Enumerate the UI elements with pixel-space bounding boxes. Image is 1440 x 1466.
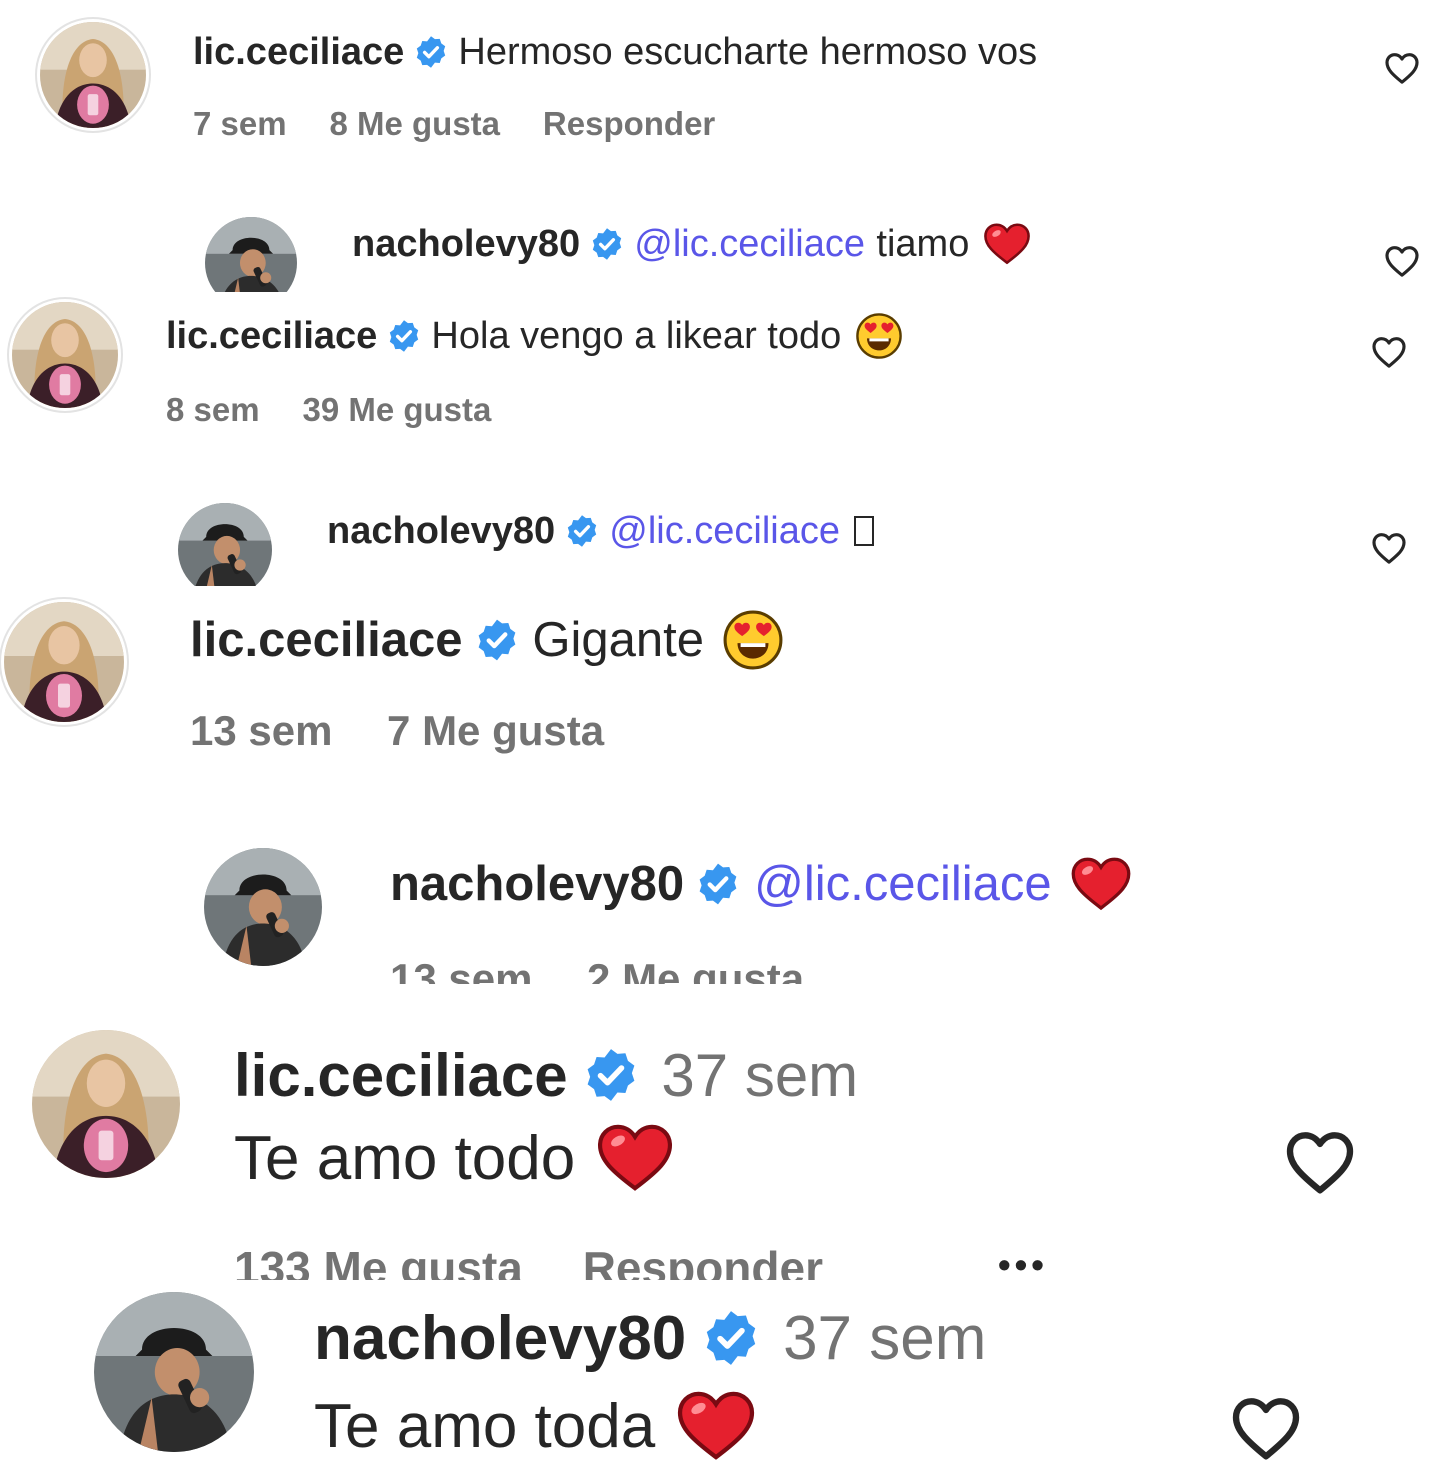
comment-meta: 133 Me gusta Responder	[234, 1238, 883, 1280]
timestamp: 37 sem	[783, 1303, 987, 1373]
username[interactable]: nacholevy80	[327, 510, 555, 553]
profile-photo	[94, 1292, 254, 1452]
red-heart-icon	[677, 1391, 755, 1461]
username[interactable]: nacholevy80	[390, 856, 684, 912]
verified-icon	[414, 35, 448, 69]
comment-header: lic.ceciliace Gigante	[190, 606, 784, 674]
comment-header: lic.ceciliace 37 sem	[234, 1036, 858, 1114]
comment-thread-3: lic.ceciliace Gigante 13 sem 7 Me gusta …	[0, 586, 1440, 984]
comment-header: lic.ceciliace Hermoso escucharte hermoso…	[193, 26, 1037, 78]
likes-count[interactable]: 133 Me gusta	[234, 1241, 523, 1280]
comment-text: Te amo todo	[234, 1123, 576, 1193]
profile-photo	[12, 302, 118, 408]
more-options-icon[interactable]: •••	[998, 1244, 1048, 1280]
comment-thread-4: lic.ceciliace 37 sem Te amo todo 133 Me …	[0, 1000, 1440, 1280]
avatar[interactable]	[205, 217, 297, 292]
red-heart-icon	[597, 1124, 673, 1192]
like-heart-icon[interactable]	[1280, 1122, 1360, 1202]
reply-meta: 13 sem 2 Me gusta	[390, 950, 859, 984]
missing-glyph-icon	[854, 516, 875, 546]
like-heart-icon[interactable]	[1226, 1388, 1306, 1466]
verified-icon	[565, 514, 599, 548]
comment-thread-5: nacholevy80 37 sem Te amo toda	[0, 1280, 1440, 1466]
profile-photo	[4, 602, 124, 722]
verified-icon	[702, 1309, 760, 1367]
comment-thread-2: lic.ceciliace Hola vengo a likear todo 8…	[0, 292, 1440, 586]
comment-meta: 8 sem 39 Me gusta	[166, 388, 534, 432]
timestamp: 13 sem	[390, 955, 533, 984]
reply-text: tiamo	[876, 222, 970, 265]
comment-body: Te amo toda	[314, 1386, 755, 1466]
likes-count[interactable]: 2 Me gusta	[587, 955, 804, 984]
verified-icon	[590, 227, 624, 261]
profile-photo	[32, 1030, 180, 1178]
username[interactable]: lic.ceciliace	[190, 612, 462, 668]
avatar[interactable]	[178, 503, 272, 586]
username[interactable]: lic.ceciliace	[234, 1041, 568, 1110]
username[interactable]: lic.ceciliace	[193, 31, 404, 74]
likes-count[interactable]: 39 Me gusta	[302, 391, 491, 429]
heart-eyes-icon	[855, 312, 903, 360]
comment-meta: 13 sem 7 Me gusta	[190, 702, 659, 760]
reply-header: nacholevy80 @lic.ceciliace tiamo	[352, 218, 1031, 270]
avatar[interactable]	[40, 22, 146, 128]
comment-header: nacholevy80 37 sem	[314, 1298, 986, 1378]
profile-photo	[205, 217, 297, 292]
verified-icon	[387, 319, 421, 353]
username[interactable]: nacholevy80	[352, 223, 580, 266]
profile-photo	[204, 848, 322, 966]
verified-icon	[475, 618, 519, 662]
comment-thread-1: lic.ceciliace Hermoso escucharte hermoso…	[0, 0, 1440, 292]
avatar[interactable]	[4, 602, 124, 722]
comment-meta: 7 sem 8 Me gusta Responder	[193, 102, 758, 146]
username[interactable]: nacholevy80	[314, 1303, 686, 1374]
comment-body: Te amo todo	[234, 1118, 673, 1198]
timestamp: 37 sem	[661, 1041, 859, 1109]
timestamp: 7 sem	[193, 105, 287, 142]
mention-link[interactable]: @lic.ceciliace	[634, 223, 865, 266]
comment-text: Gigante	[532, 613, 705, 667]
avatar[interactable]	[204, 848, 322, 966]
like-heart-icon[interactable]	[1382, 241, 1422, 281]
reply-header: nacholevy80 @lic.ceciliace	[390, 850, 1132, 918]
profile-photo	[40, 22, 146, 128]
avatar[interactable]	[32, 1030, 180, 1178]
reply-button[interactable]: Responder	[583, 1241, 823, 1280]
likes-count[interactable]: 7 Me gusta	[387, 707, 604, 755]
like-heart-icon[interactable]	[1369, 332, 1409, 372]
verified-icon	[583, 1047, 639, 1103]
profile-photo	[178, 503, 272, 586]
reply-button[interactable]: Responder	[543, 105, 715, 143]
mention-link[interactable]: @lic.ceciliace	[609, 510, 840, 553]
username[interactable]: lic.ceciliace	[166, 315, 377, 358]
avatar[interactable]	[12, 302, 118, 408]
timestamp: 8 sem	[166, 391, 260, 428]
verified-icon	[696, 862, 740, 906]
comment-text: Hola vengo a likear todo	[431, 314, 842, 357]
comment-text: Te amo toda	[314, 1391, 656, 1461]
timestamp: 13 sem	[190, 707, 333, 754]
likes-count[interactable]: 8 Me gusta	[329, 105, 500, 143]
avatar[interactable]	[94, 1292, 254, 1452]
reply-header: nacholevy80 @lic.ceciliace	[327, 505, 875, 557]
red-heart-icon	[1070, 857, 1132, 911]
comment-text: Hermoso escucharte hermoso vos	[458, 30, 1038, 73]
mention-link[interactable]: @lic.ceciliace	[754, 856, 1052, 912]
like-heart-icon[interactable]	[1369, 528, 1409, 568]
red-heart-icon	[983, 223, 1031, 265]
comment-header: lic.ceciliace Hola vengo a likear todo	[166, 310, 903, 362]
like-heart-icon[interactable]	[1382, 48, 1422, 88]
heart-eyes-icon	[722, 609, 784, 671]
